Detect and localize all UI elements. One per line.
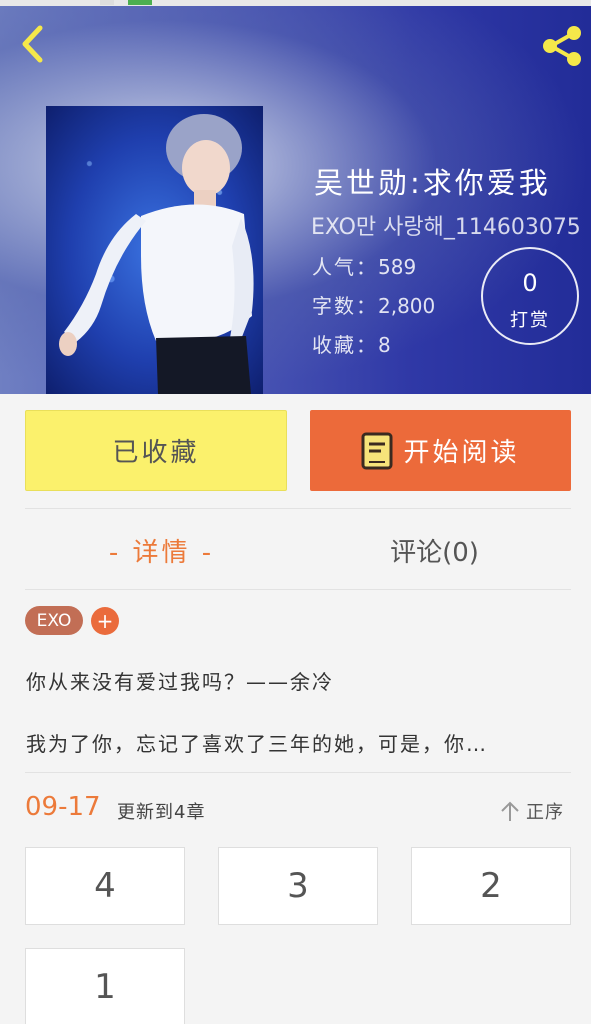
tip-button[interactable]: 0 打赏	[481, 247, 579, 345]
tip-label: 打赏	[510, 310, 550, 331]
sort-order-button[interactable]: 正序	[500, 796, 572, 826]
favorited-label: 已收藏	[112, 438, 200, 468]
book-cover-image	[46, 106, 263, 394]
status-bar	[0, 0, 591, 6]
sort-order-label: 正序	[526, 802, 564, 823]
word-count-stat: 字数：2,800	[312, 290, 482, 319]
word-count-value: 2,800	[378, 294, 436, 318]
favorites-label: 收藏：	[312, 333, 378, 357]
book-header: 吴世勋:求你爱我 EXO만 사랑해_114603075 人气：589 字数：2,…	[0, 0, 591, 394]
divider	[25, 508, 571, 509]
tab-details-label: - 详情 -	[108, 537, 215, 568]
add-tag-button[interactable]: +	[91, 607, 119, 635]
book-title: 吴世勋:求你爱我	[314, 166, 551, 200]
back-button[interactable]	[14, 22, 50, 66]
chapter-item[interactable]: 2	[411, 847, 571, 925]
chapter-item[interactable]: 4	[25, 847, 185, 925]
status-indicator	[100, 0, 114, 5]
popularity-stat: 人气：589	[312, 251, 482, 280]
author-name[interactable]: EXO만 사랑해_114603075	[311, 209, 591, 241]
share-icon	[543, 26, 581, 66]
chapter-item[interactable]: 3	[218, 847, 378, 925]
tag-exo[interactable]: EXO	[25, 606, 83, 635]
back-arrow-icon	[22, 25, 43, 63]
start-reading-label: 开始阅读	[403, 438, 520, 468]
favorited-button[interactable]: 已收藏	[25, 410, 287, 491]
popularity-label: 人气：	[312, 255, 378, 279]
description-line-1: 你从来没有爱过我吗？——余冷	[26, 670, 334, 694]
tab-comments[interactable]: 评论(0)	[298, 510, 571, 590]
description-line-2[interactable]: 我为了你，忘记了喜欢了三年的她，可是，你…	[26, 728, 571, 757]
update-date: 09-17	[25, 792, 101, 822]
chapter-item[interactable]: 1	[25, 948, 185, 1024]
sort-up-arrow-icon	[501, 801, 519, 821]
tab-comments-label: 评论(0)	[390, 537, 479, 568]
favorites-stat: 收藏：8	[312, 329, 482, 358]
favorites-value: 8	[378, 333, 391, 357]
update-text: 更新到4章	[117, 802, 206, 823]
word-count-label: 字数：	[312, 294, 378, 318]
share-button[interactable]	[538, 22, 586, 70]
divider	[25, 589, 571, 590]
popularity-value: 589	[378, 255, 417, 279]
tip-count: 0	[522, 269, 538, 297]
divider	[25, 772, 571, 773]
start-reading-button[interactable]: 开始阅读	[310, 410, 571, 491]
book-icon	[361, 432, 393, 470]
tab-details[interactable]: - 详情 -	[25, 510, 298, 590]
cover-figure	[59, 114, 254, 394]
battery-indicator	[128, 0, 152, 5]
